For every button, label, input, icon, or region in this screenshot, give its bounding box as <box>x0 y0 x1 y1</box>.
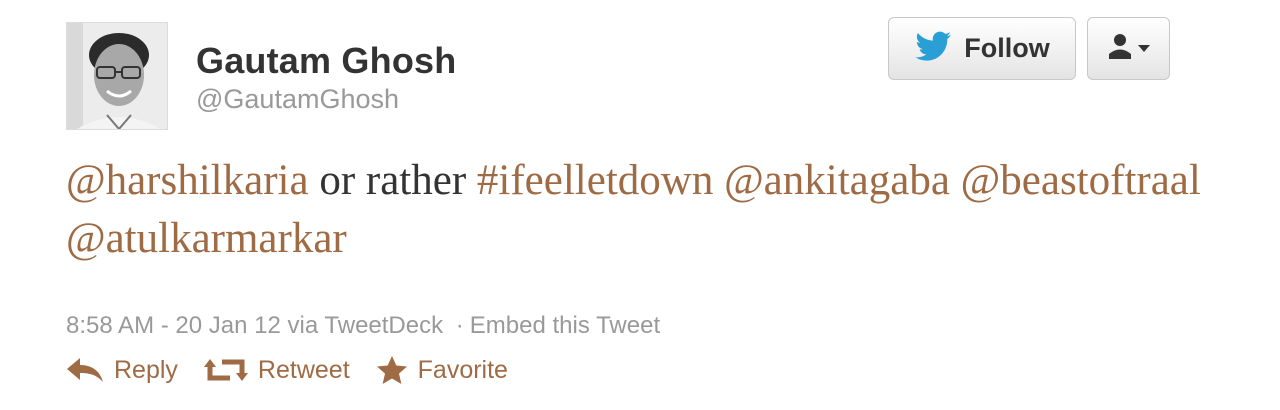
reply-label: Reply <box>114 355 178 384</box>
hashtag-link[interactable]: #ifeelletdown <box>477 157 713 204</box>
favorite-label: Favorite <box>417 355 508 384</box>
mention-link[interactable]: @harshilkaria <box>66 157 309 204</box>
tweet-text: @harshilkaria or rather #ifeelletdown @a… <box>66 152 1216 268</box>
tweet-text-segment <box>713 157 724 204</box>
person-icon <box>1108 33 1132 64</box>
source-text[interactable]: via TweetDeck <box>287 312 443 339</box>
chevron-down-icon <box>1137 40 1150 58</box>
tweet-metadata: 8:58 AM - 20 Jan 12 via TweetDeck · Embed… <box>66 312 660 340</box>
retweet-label: Retweet <box>257 355 350 384</box>
avatar[interactable] <box>66 22 168 130</box>
user-actions-button[interactable] <box>1087 17 1170 80</box>
username-handle[interactable]: @GautamGhosh <box>196 84 399 115</box>
twitter-bird-icon <box>914 31 952 66</box>
follow-label: Follow <box>964 33 1050 63</box>
tweet-actions: Reply Retweet Favorite <box>66 355 508 385</box>
separator: · <box>455 312 464 339</box>
embed-tweet-link[interactable]: Embed this Tweet <box>470 312 660 339</box>
tweet-text-segment: or rather <box>308 157 477 204</box>
mention-link[interactable]: @beastoftraal <box>961 157 1201 204</box>
star-icon <box>376 355 408 385</box>
retweet-icon <box>203 356 248 384</box>
mention-link[interactable]: @atulkarmarkar <box>66 215 347 262</box>
avatar-photo <box>67 23 167 129</box>
favorite-action[interactable]: Favorite <box>376 355 508 385</box>
tweet-text-segment <box>950 157 961 204</box>
mention-link[interactable]: @ankitagaba <box>724 157 950 204</box>
reply-action[interactable]: Reply <box>66 356 178 385</box>
timestamp-link[interactable]: 8:58 AM - 20 Jan 12 <box>66 312 281 339</box>
retweet-action[interactable]: Retweet <box>203 355 350 385</box>
reply-icon <box>66 357 104 383</box>
follow-button[interactable]: Follow <box>888 17 1076 80</box>
display-name[interactable]: Gautam Ghosh <box>196 40 456 82</box>
